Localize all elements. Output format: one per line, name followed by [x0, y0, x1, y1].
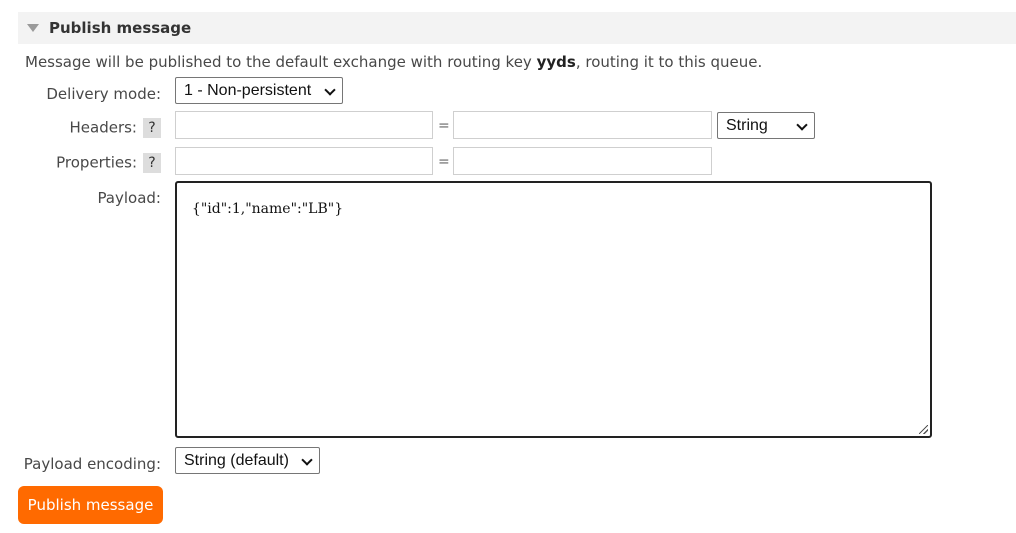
payload-encoding-selected: String (default) — [184, 451, 289, 469]
payload-encoding-label: Payload encoding: — [23, 455, 161, 473]
headers-label: Headers:? — [69, 118, 161, 138]
section-title: Publish message — [49, 19, 192, 37]
delivery-mode-select[interactable]: 1 - Non-persistent — [175, 77, 343, 104]
properties-equals-sign: = — [438, 154, 450, 170]
publish-message-button[interactable]: Publish message — [18, 486, 163, 524]
chevron-down-icon — [301, 454, 313, 466]
properties-help-button[interactable]: ? — [143, 153, 161, 173]
properties-key-input[interactable] — [175, 147, 433, 175]
headers-equals-sign: = — [438, 118, 450, 134]
headers-type-select[interactable]: String — [717, 112, 815, 139]
routing-info-text: Message will be published to the default… — [25, 53, 762, 71]
properties-label: Properties:? — [56, 153, 161, 173]
headers-help-button[interactable]: ? — [143, 118, 161, 138]
resize-handle-icon[interactable] — [919, 425, 928, 434]
headers-type-selected: String — [726, 116, 768, 134]
headers-value-input[interactable] — [453, 111, 712, 139]
payload-textarea[interactable]: {"id":1,"name":"LB"} — [175, 181, 932, 438]
routing-info-prefix: Message will be published to the default… — [25, 53, 537, 71]
payload-label: Payload: — [97, 189, 161, 207]
chevron-down-icon — [796, 119, 808, 131]
headers-key-input[interactable] — [175, 111, 433, 139]
properties-value-input[interactable] — [453, 147, 712, 175]
delivery-mode-selected: 1 - Non-persistent — [184, 81, 312, 99]
collapse-triangle-icon[interactable] — [27, 24, 39, 32]
payload-encoding-select[interactable]: String (default) — [175, 447, 320, 474]
payload-text: {"id":1,"name":"LB"} — [191, 201, 344, 217]
properties-label-text: Properties: — [56, 153, 137, 172]
chevron-down-icon — [324, 84, 336, 96]
headers-label-text: Headers: — [69, 118, 138, 137]
routing-key: yyds — [536, 53, 576, 71]
routing-info-suffix: , routing it to this queue. — [575, 53, 763, 71]
publish-message-section-header[interactable]: Publish message — [18, 12, 1016, 44]
delivery-mode-label: Delivery mode: — [46, 85, 161, 103]
